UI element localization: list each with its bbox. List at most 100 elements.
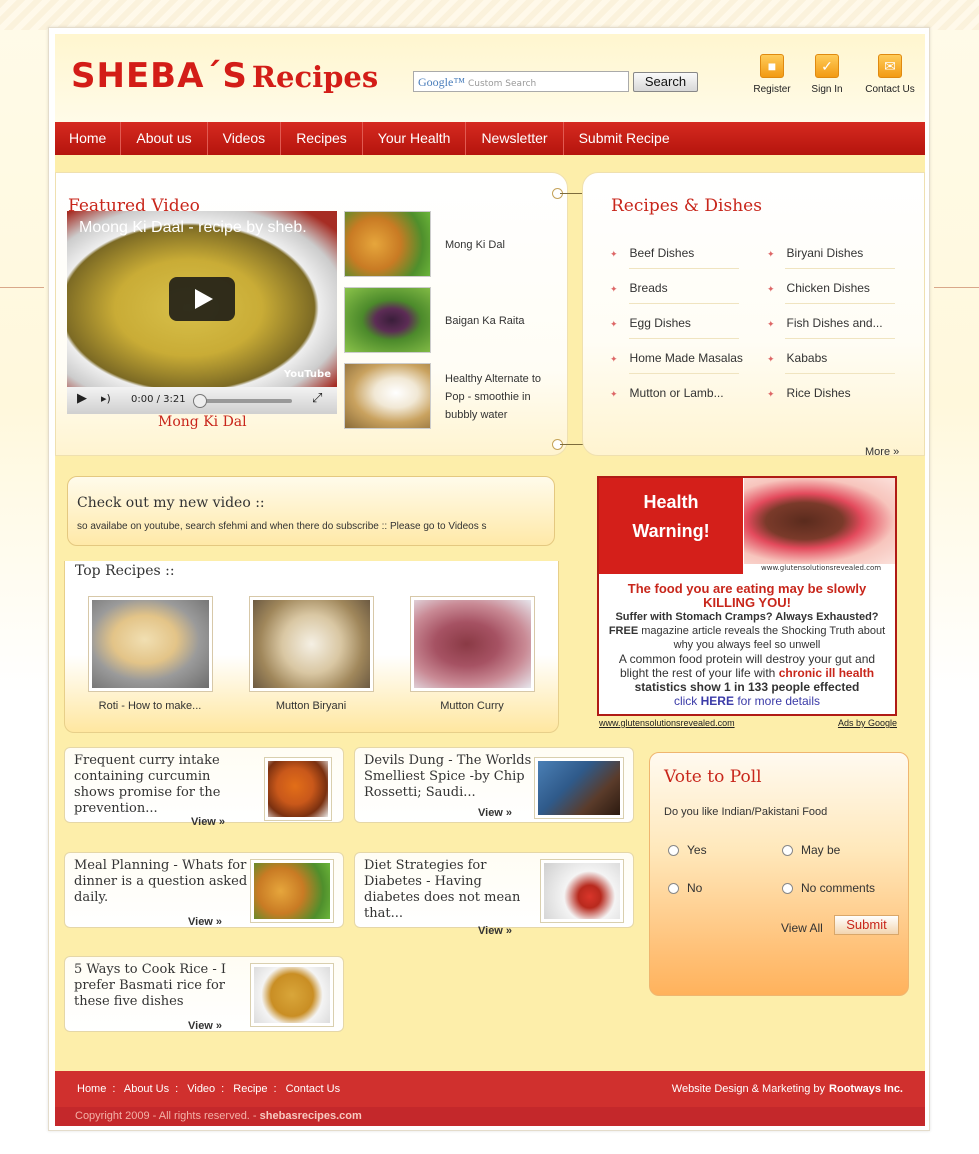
search-input[interactable]: Google™ Custom Search [413,71,629,92]
article-view-link[interactable]: View » [188,916,222,928]
category-label: Biryani Dishes [786,246,864,260]
article-title[interactable]: 5 Ways to Cook Rice - I prefer Basmati r… [74,962,249,1010]
top-recipe-thumb-roti[interactable] [88,596,213,692]
category-mutton-or-lamb[interactable]: ✦ Mutton or Lamb... [610,386,724,400]
article-card[interactable]: 5 Ways to Cook Rice - I prefer Basmati r… [64,956,344,1032]
video-thumb-smoothie[interactable] [344,363,431,429]
footer-link-recipe[interactable]: Recipe [233,1083,267,1095]
category-label: Beef Dishes [629,246,695,260]
article-thumb[interactable] [250,859,334,923]
article-card[interactable]: Diet Strategies for Diabetes - Having di… [354,852,634,937]
register-link[interactable]: ■ Register [742,54,802,95]
article-card[interactable]: Meal Planning - Whats for dinner is a qu… [64,852,344,928]
advertisement[interactable]: Health Warning! www.glutensolutionsrevea… [597,476,897,716]
ad-url-link[interactable]: www.glutensolutionsrevealed.com [599,718,735,728]
category-kababs[interactable]: ✦ Kababs [767,351,827,365]
category-fish-dishes[interactable]: ✦ Fish Dishes and... [767,316,883,330]
footer-link-about-us[interactable]: About Us [124,1083,169,1095]
nav-about-us[interactable]: About us [121,122,208,155]
video-item-baigan-ka-raita[interactable]: Baigan Ka Raita [445,312,525,330]
article-view-link[interactable]: View » [191,816,225,828]
category-rice-dishes[interactable]: ✦ Rice Dishes [767,386,851,400]
video-player[interactable]: Moong Ki Daal - recipe by sheb. YouTube … [67,211,337,414]
ad-line: A common food protein will destroy your … [618,652,876,666]
article-thumb[interactable] [264,757,332,821]
article-view-link[interactable]: View » [478,807,512,819]
video-progress-track[interactable] [195,399,292,403]
top-recipe-mutton-curry[interactable]: Mutton Curry [407,700,537,712]
nav-submit-recipe[interactable]: Submit Recipe [564,122,685,155]
top-recipe-thumb-mutton-biryani[interactable] [249,596,374,692]
category-egg-dishes[interactable]: ✦ Egg Dishes [610,316,691,330]
contact-us-link[interactable]: ✉ Contact Us [860,54,920,95]
article-view-link[interactable]: View » [188,1020,222,1032]
nav-videos[interactable]: Videos [208,122,282,155]
footer-link-contact-us[interactable]: Contact Us [286,1083,340,1095]
video-item-mong-ki-dal[interactable]: Mong Ki Dal [445,236,505,254]
radio-button[interactable] [668,845,679,856]
ad-highlight: chronic ill health [778,666,875,680]
featured-video-caption[interactable]: Mong Ki Dal [158,414,247,430]
top-recipe-thumb-mutton-curry[interactable] [410,596,535,692]
top-recipe-mutton-biryani[interactable]: Mutton Biryani [246,700,376,712]
article-title[interactable]: Frequent curry intake containing curcumi… [74,753,249,817]
more-link[interactable]: More » [865,446,899,458]
video-progress-handle[interactable] [193,394,207,408]
top-recipe-roti[interactable]: Roti - How to make... [85,700,215,712]
nav-your-health[interactable]: Your Health [363,122,467,155]
article-title[interactable]: Diet Strategies for Diabetes - Having di… [364,858,539,922]
sign-in-link[interactable]: ✓ Sign In [797,54,857,95]
radio-button[interactable] [782,883,793,894]
article-title[interactable]: Meal Planning - Whats for dinner is a qu… [74,858,249,906]
ad-line-text: click [673,694,701,708]
poll-view-all-link[interactable]: View All [781,921,823,935]
play-control-icon[interactable]: ▶ [77,391,87,406]
footer-credit-company[interactable]: Rootways Inc. [829,1083,903,1095]
nav-home[interactable]: Home [55,122,122,155]
article-card[interactable]: Frequent curry intake containing curcumi… [64,747,344,828]
poll-option-may-be[interactable]: May be [782,843,840,857]
article-card[interactable]: Devils Dung - The Worlds Smelliest Spice… [354,747,634,823]
poll-submit-button[interactable]: Submit [834,915,899,935]
nav-newsletter[interactable]: Newsletter [466,122,564,155]
footer-link-home[interactable]: Home [77,1083,106,1095]
article-thumb[interactable] [540,859,624,923]
footer-sep: : [221,1083,225,1095]
category-breads[interactable]: ✦ Breads [610,281,668,295]
category-biryani-dishes[interactable]: ✦ Biryani Dishes [767,246,863,260]
ads-by-google-link[interactable]: Ads by Google [838,718,897,728]
fullscreen-icon[interactable]: ⤢ [312,391,322,406]
article-view-link[interactable]: View » [478,925,512,937]
video-thumb-mong-ki-dal[interactable] [344,211,431,277]
article-thumb[interactable] [250,963,334,1027]
volume-icon[interactable]: ▸) [101,392,111,405]
poll-option-no-comments[interactable]: No comments [782,881,875,895]
category-label: Mutton or Lamb... [629,386,724,400]
category-label: Rice Dishes [786,386,851,400]
footer-sep: : [112,1083,116,1095]
search-button[interactable]: Search [633,72,698,92]
category-home-made-masalas[interactable]: ✦ Home Made Masalas [610,351,743,365]
top-recipes-box: Top Recipes :: Roti - How to make... Mut… [64,561,559,733]
video-time: 0:00 / 3:21 [131,394,186,405]
lock-icon: ■ [760,54,784,78]
footer-link-video[interactable]: Video [187,1083,215,1095]
radio-button[interactable] [782,845,793,856]
nav-recipes[interactable]: Recipes [281,122,363,155]
poll-title: Vote to Poll [664,767,762,787]
play-icon[interactable] [169,277,235,321]
ad-cta[interactable]: click HERE for more details [599,694,895,708]
poll-option-no[interactable]: No [668,881,702,895]
ad-headline-line1: Health [643,492,699,512]
article-thumb[interactable] [534,757,624,819]
article-title[interactable]: Devils Dung - The Worlds Smelliest Spice… [364,753,539,801]
video-item-smoothie[interactable]: Healthy Alternate to Pop - smoothie in b… [445,370,545,424]
site-logo[interactable]: SHEBA´S Recipes [71,56,378,96]
copyright-domain[interactable]: shebasrecipes.com [260,1110,362,1122]
bullet-icon: ✦ [610,389,618,399]
poll-option-yes[interactable]: Yes [668,843,707,857]
category-chicken-dishes[interactable]: ✦ Chicken Dishes [767,281,870,295]
radio-button[interactable] [668,883,679,894]
category-beef-dishes[interactable]: ✦ Beef Dishes [610,246,694,260]
video-thumb-baigan-ka-raita[interactable] [344,287,431,353]
